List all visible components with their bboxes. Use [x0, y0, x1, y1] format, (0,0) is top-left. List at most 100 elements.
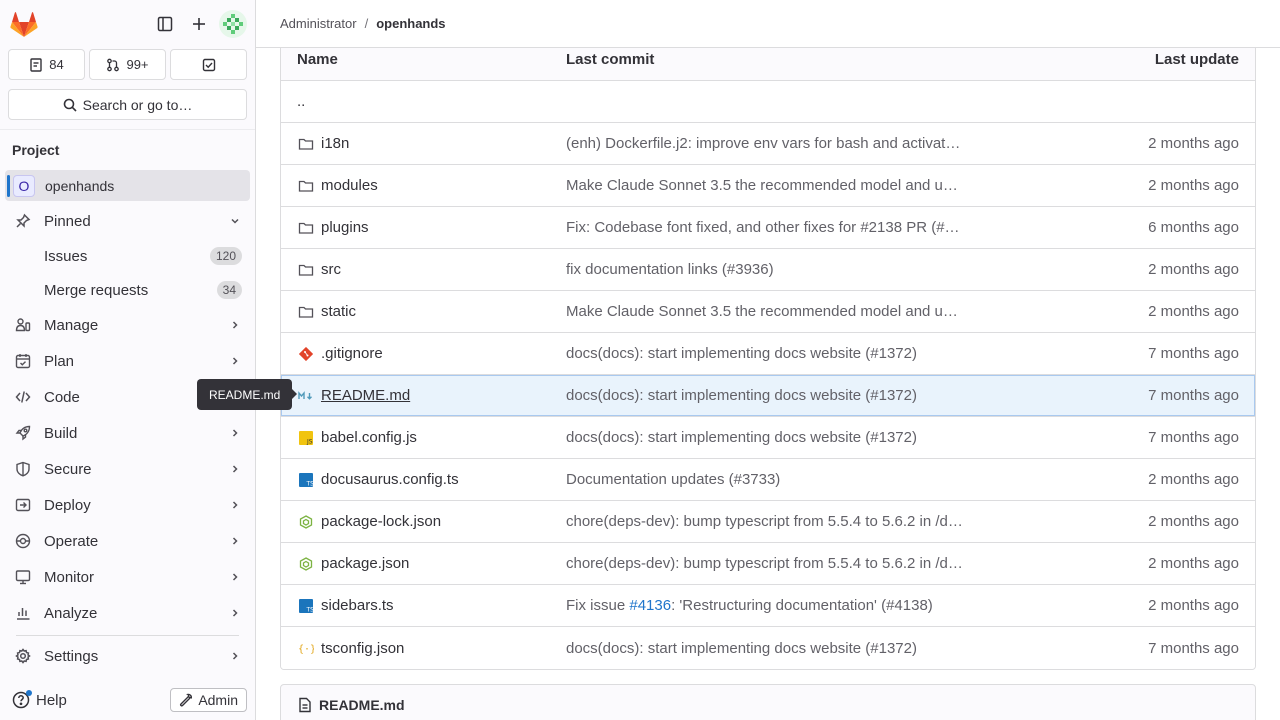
last-commit-cell: (enh) Dockerfile.j2: improve env vars fo… [566, 135, 1055, 152]
search-button[interactable]: Search or go to… [8, 89, 247, 120]
header-name: Name [297, 51, 338, 68]
help-button[interactable]: Help [12, 690, 67, 709]
project-avatar: O [13, 174, 35, 197]
issues-icon [30, 57, 42, 72]
monitor-icon [14, 568, 32, 586]
table-row[interactable]: src fix documentation links (#3936) 2 mont… [281, 249, 1255, 291]
commit-message[interactable]: Make Claude Sonnet 3.5 the recommended m… [566, 303, 1016, 320]
collapse-sidebar-icon[interactable] [149, 8, 181, 40]
file-name-link[interactable]: i18n [321, 135, 349, 152]
sidebar-item-project[interactable]: O openhands [5, 170, 250, 201]
pinned-label: Pinned [44, 212, 91, 230]
issues-count-button[interactable]: 84 [8, 49, 85, 80]
commit-message[interactable]: docs(docs): start implementing docs webs… [566, 640, 917, 657]
node-package-icon [297, 555, 315, 573]
sidebar-item-monitor[interactable]: Monitor [0, 559, 255, 595]
help-label: Help [36, 691, 67, 709]
last-update-cell: 2 months ago [1148, 513, 1239, 530]
svg-text:TS: TS [306, 480, 314, 487]
sidebar-item-secure[interactable]: Secure [0, 451, 255, 487]
admin-button[interactable]: Admin [170, 688, 247, 712]
pin-icon [14, 212, 32, 230]
file-name-cell: {·} tsconfig.json [281, 639, 566, 657]
file-name-cell: TS docusaurus.config.ts [281, 471, 566, 489]
table-row[interactable]: README.md docs(docs): start implementing … [281, 375, 1255, 417]
commit-message[interactable]: docs(docs): start implementing docs webs… [566, 387, 917, 404]
users-icon [14, 316, 32, 334]
issue-link[interactable]: #4136 [629, 597, 671, 614]
issues-label: Issues [44, 247, 88, 265]
plus-icon[interactable] [183, 8, 215, 40]
sidebar-item-analyze[interactable]: Analyze [0, 595, 255, 631]
user-avatar[interactable] [219, 10, 247, 38]
commit-message[interactable]: chore(deps-dev): bump typescript from 5.… [566, 513, 1012, 530]
plan-label: Plan [44, 352, 75, 370]
todo-button[interactable] [170, 49, 247, 80]
last-update-cell: 6 months ago [1148, 219, 1239, 236]
sidebar-item-merge-requests[interactable]: Merge requests 34 [0, 273, 255, 307]
file-name-link[interactable]: README.md [321, 387, 410, 404]
breadcrumb-current[interactable]: openhands [376, 16, 445, 31]
file-name-link[interactable]: tsconfig.json [321, 640, 404, 657]
table-row[interactable]: static Make Claude Sonnet 3.5 the recomme… [281, 291, 1255, 333]
commit-message[interactable]: Make Claude Sonnet 3.5 the recommended m… [566, 177, 1016, 194]
sidebar-item-pinned[interactable]: Pinned [0, 203, 255, 239]
parent-dir-row[interactable]: .. [281, 81, 1255, 123]
table-row[interactable]: plugins Fix: Codebase font fixed, and oth… [281, 207, 1255, 249]
table-row[interactable]: {·} tsconfig.json docs(docs): start implem… [281, 627, 1255, 669]
file-name-link[interactable]: babel.config.js [321, 429, 417, 446]
table-row[interactable]: package-lock.json chore(deps-dev): bump t… [281, 501, 1255, 543]
readme-title: README.md [319, 697, 405, 713]
merge-request-icon [107, 58, 120, 71]
table-row[interactable]: TS docusaurus.config.ts Documentation upda… [281, 459, 1255, 501]
commit-message[interactable]: Documentation updates (#3733) [566, 471, 780, 488]
file-name-cell: i18n [281, 135, 566, 153]
sidebar-item-issues[interactable]: Issues 120 [0, 239, 255, 273]
chevron-right-icon [229, 606, 241, 622]
commit-message[interactable]: fix documentation links (#3936) [566, 261, 774, 278]
file-name-link[interactable]: sidebars.ts [321, 597, 394, 614]
table-row[interactable]: JS babel.config.js docs(docs): start imple… [281, 417, 1255, 459]
typescript-file-icon: TS [297, 471, 315, 489]
gitlab-logo-icon[interactable] [8, 8, 40, 40]
merge-requests-count-button[interactable]: 99+ [89, 49, 166, 80]
top-bar: Administrator / openhands [256, 0, 1280, 48]
file-name-link[interactable]: docusaurus.config.ts [321, 471, 459, 488]
file-name-cell: modules [281, 177, 566, 195]
commit-message[interactable]: docs(docs): start implementing docs webs… [566, 345, 917, 362]
sidebar-item-deploy[interactable]: Deploy [0, 487, 255, 523]
folder-icon [297, 303, 315, 321]
table-row[interactable]: TS sidebars.ts Fix issue #4136: 'Restructu… [281, 585, 1255, 627]
commit-message[interactable]: docs(docs): start implementing docs webs… [566, 429, 917, 446]
commit-message[interactable]: Fix: Codebase font fixed, and other fixe… [566, 219, 983, 236]
table-row[interactable]: modules Make Claude Sonnet 3.5 the recomm… [281, 165, 1255, 207]
file-name-link[interactable]: modules [321, 177, 378, 194]
commit-message[interactable]: (enh) Dockerfile.j2: improve env vars fo… [566, 135, 1017, 152]
file-name-link[interactable]: package-lock.json [321, 513, 441, 530]
file-name-cell: static [281, 303, 566, 321]
operate-label: Operate [44, 532, 99, 550]
sidebar-item-plan[interactable]: Plan [0, 343, 255, 379]
table-row[interactable]: .gitignore docs(docs): start implementing… [281, 333, 1255, 375]
file-name-link[interactable]: package.json [321, 555, 409, 572]
file-name-link[interactable]: plugins [321, 219, 369, 236]
file-name-link[interactable]: src [321, 261, 341, 278]
chevron-right-icon [229, 570, 241, 586]
sidebar-item-build[interactable]: Build [0, 415, 255, 451]
last-update-cell: 2 months ago [1148, 597, 1239, 614]
breadcrumb-parent[interactable]: Administrator [280, 16, 357, 31]
file-name-cell: package.json [281, 555, 566, 573]
file-name-link[interactable]: .gitignore [321, 345, 383, 362]
table-row[interactable]: i18n (enh) Dockerfile.j2: improve env var… [281, 123, 1255, 165]
file-name-link[interactable]: static [321, 303, 356, 320]
last-update-cell: 7 months ago [1148, 429, 1239, 446]
issues-badge: 120 [209, 247, 242, 265]
table-row[interactable]: package.json chore(deps-dev): bump typesc… [281, 543, 1255, 585]
parent-dir-link[interactable]: .. [281, 93, 566, 110]
sidebar-item-operate[interactable]: Operate [0, 523, 255, 559]
sidebar-item-settings[interactable]: Settings [0, 638, 255, 674]
commit-message[interactable]: chore(deps-dev): bump typescript from 5.… [566, 555, 1012, 572]
sidebar-item-manage[interactable]: Manage [0, 307, 255, 343]
chevron-right-icon [229, 534, 241, 550]
last-commit-cell: Fix: Codebase font fixed, and other fixe… [566, 219, 1055, 236]
